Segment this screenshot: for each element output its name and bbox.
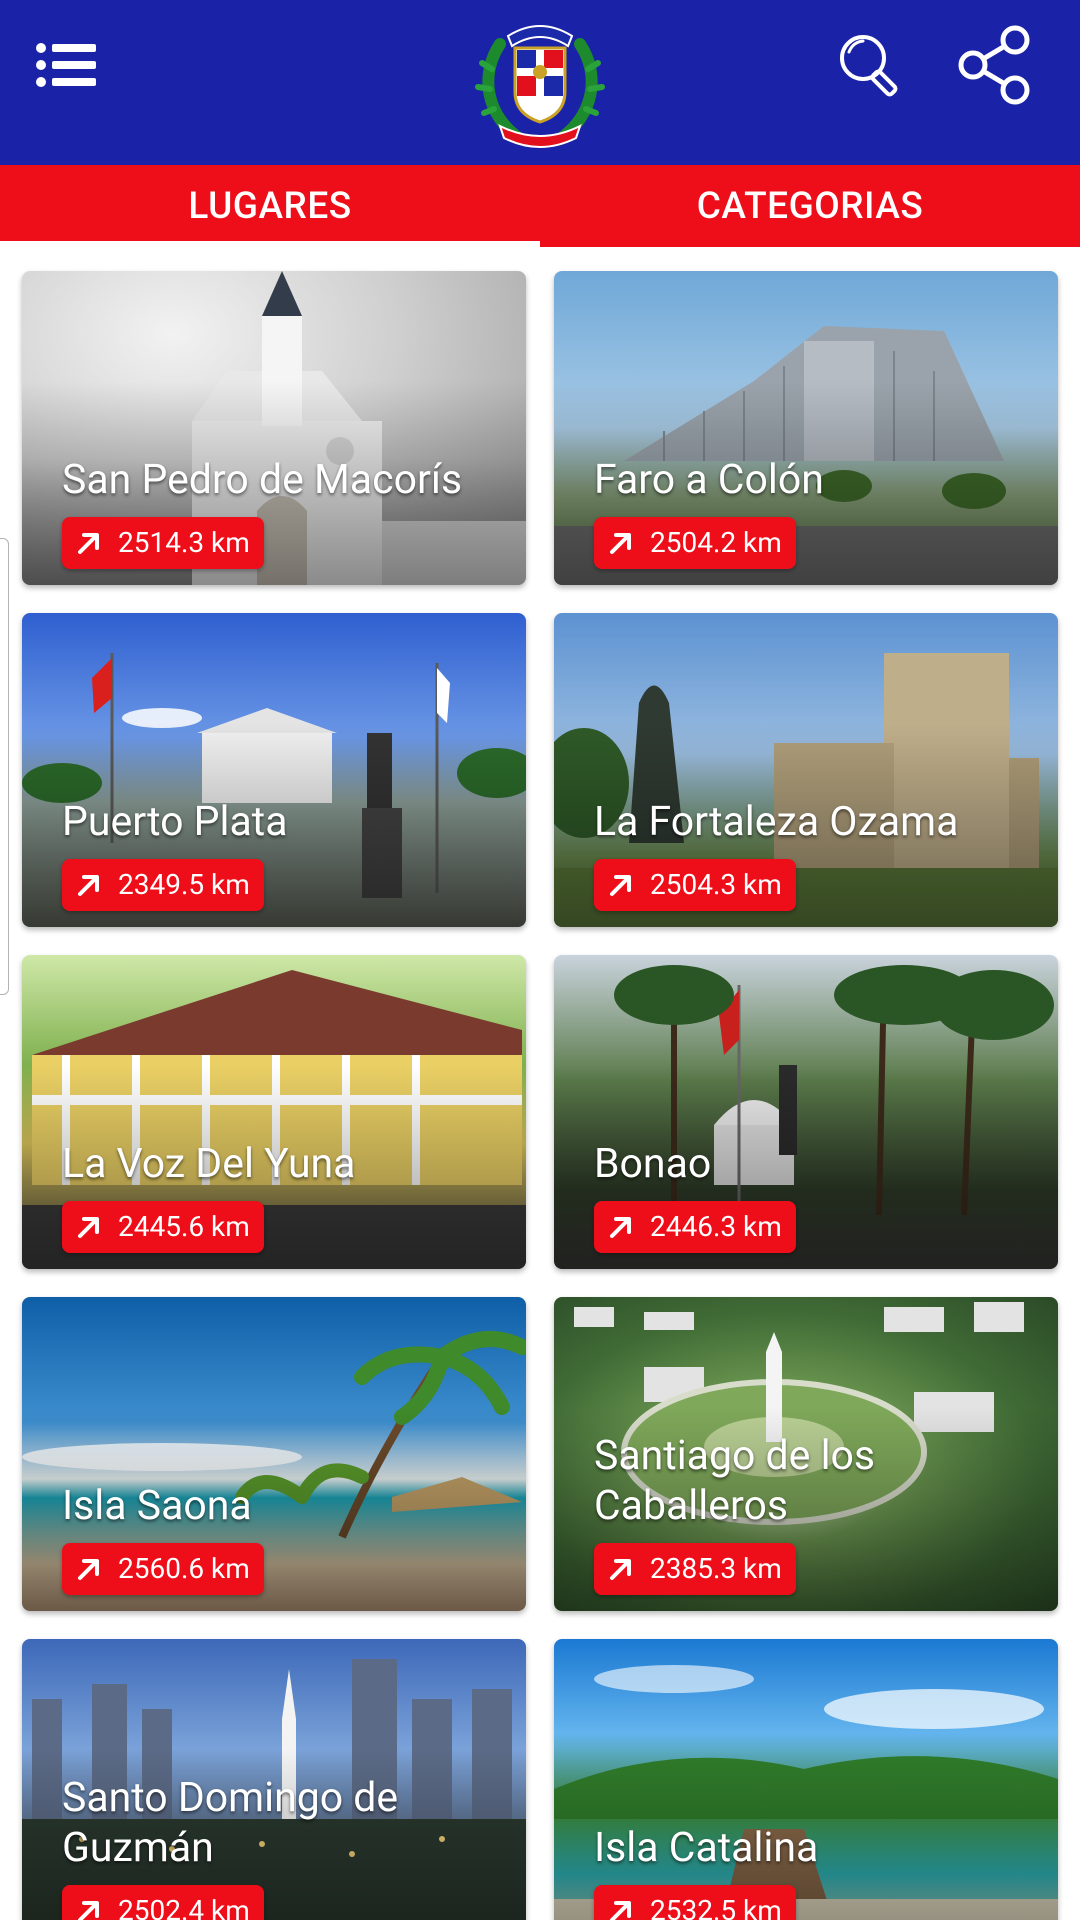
place-name: Puerto Plata — [62, 798, 288, 846]
share-button[interactable] — [955, 25, 1035, 105]
arrow-up-right-icon — [78, 875, 99, 896]
coat-of-arms-icon — [475, 25, 605, 148]
place-name: Bonao — [594, 1140, 712, 1188]
tab-lugares[interactable]: LUGARES — [0, 165, 540, 249]
arrow-up-right-icon — [610, 1217, 631, 1238]
distance-badge: 2532.5 km — [594, 1885, 796, 1920]
menu-list-icon — [36, 43, 96, 87]
place-card-puerto-plata[interactable]: Puerto Plata 2349.5 km — [22, 613, 526, 927]
tab-bar: LUGARES CATEGORIAS — [0, 165, 1080, 249]
distance-value: 2532.5 km — [650, 1894, 782, 1920]
arrow-up-right-icon — [78, 1559, 99, 1580]
place-name: La Fortaleza Ozama — [594, 798, 959, 846]
place-name: Isla Catalina — [594, 1824, 819, 1872]
place-card-isla-catalina[interactable]: Isla Catalina 2532.5 km — [554, 1639, 1058, 1920]
place-card-faro-a-colon[interactable]: Faro a Colón 2504.2 km — [554, 271, 1058, 585]
arrow-up-right-icon — [78, 1901, 99, 1920]
distance-badge: 2446.3 km — [594, 1201, 796, 1253]
place-card-santo-domingo[interactable]: Santo Domingo de Guzmán 2502.4 km — [22, 1639, 526, 1920]
distance-value: 2446.3 km — [650, 1210, 782, 1243]
app-header — [0, 0, 1080, 165]
arrow-up-right-icon — [610, 1901, 631, 1920]
place-name: Santo Domingo de Guzmán — [62, 1774, 399, 1872]
distance-badge: 2504.3 km — [594, 859, 796, 911]
coat-of-arms-logo — [470, 14, 610, 154]
distance-value: 2504.3 km — [650, 868, 782, 901]
tab-categorias[interactable]: CATEGORIAS — [540, 165, 1080, 247]
menu-button[interactable] — [32, 35, 102, 95]
place-card-bonao[interactable]: Bonao 2446.3 km — [554, 955, 1058, 1269]
distance-badge: 2514.3 km — [62, 517, 264, 569]
place-card-santiago[interactable]: Santiago de los Caballeros 2385.3 km — [554, 1297, 1058, 1611]
distance-value: 2504.2 km — [650, 526, 782, 559]
distance-badge: 2502.4 km — [62, 1885, 264, 1920]
search-icon — [840, 35, 898, 97]
place-name: San Pedro de Macorís — [62, 456, 463, 504]
place-card-la-voz-del-yuna[interactable]: La Voz Del Yuna 2445.6 km — [22, 955, 526, 1269]
distance-badge: 2445.6 km — [62, 1201, 264, 1253]
distance-value: 2514.3 km — [118, 526, 250, 559]
arrow-up-right-icon — [610, 875, 631, 896]
place-name: Isla Saona — [62, 1482, 252, 1530]
place-name: Faro a Colón — [594, 456, 824, 504]
edge-panel-handle[interactable] — [0, 538, 9, 995]
distance-value: 2385.3 km — [650, 1552, 782, 1585]
distance-badge: 2385.3 km — [594, 1543, 796, 1595]
distance-badge: 2504.2 km — [594, 517, 796, 569]
places-grid: San Pedro de Macorís 2514.3 km Faro a Co… — [0, 247, 1080, 1920]
distance-value: 2349.5 km — [118, 868, 250, 901]
place-card-isla-saona[interactable]: Isla Saona 2560.6 km — [22, 1297, 526, 1611]
search-button[interactable] — [835, 30, 905, 100]
place-name: Santiago de los Caballeros — [594, 1432, 876, 1530]
distance-value: 2445.6 km — [118, 1210, 250, 1243]
place-card-san-pedro[interactable]: San Pedro de Macorís 2514.3 km — [22, 271, 526, 585]
app-screen: LUGARES CATEGORIAS San Pedro de Macorís — [0, 0, 1080, 1920]
arrow-up-right-icon — [78, 1217, 99, 1238]
place-name: La Voz Del Yuna — [62, 1140, 356, 1188]
distance-value: 2560.6 km — [118, 1552, 250, 1585]
arrow-up-right-icon — [610, 533, 631, 554]
distance-value: 2502.4 km — [118, 1894, 250, 1920]
arrow-up-right-icon — [610, 1559, 631, 1580]
place-card-fortaleza-ozama[interactable]: La Fortaleza Ozama 2504.3 km — [554, 613, 1058, 927]
share-icon — [958, 25, 1030, 105]
arrow-up-right-icon — [78, 533, 99, 554]
distance-badge: 2560.6 km — [62, 1543, 264, 1595]
distance-badge: 2349.5 km — [62, 859, 264, 911]
